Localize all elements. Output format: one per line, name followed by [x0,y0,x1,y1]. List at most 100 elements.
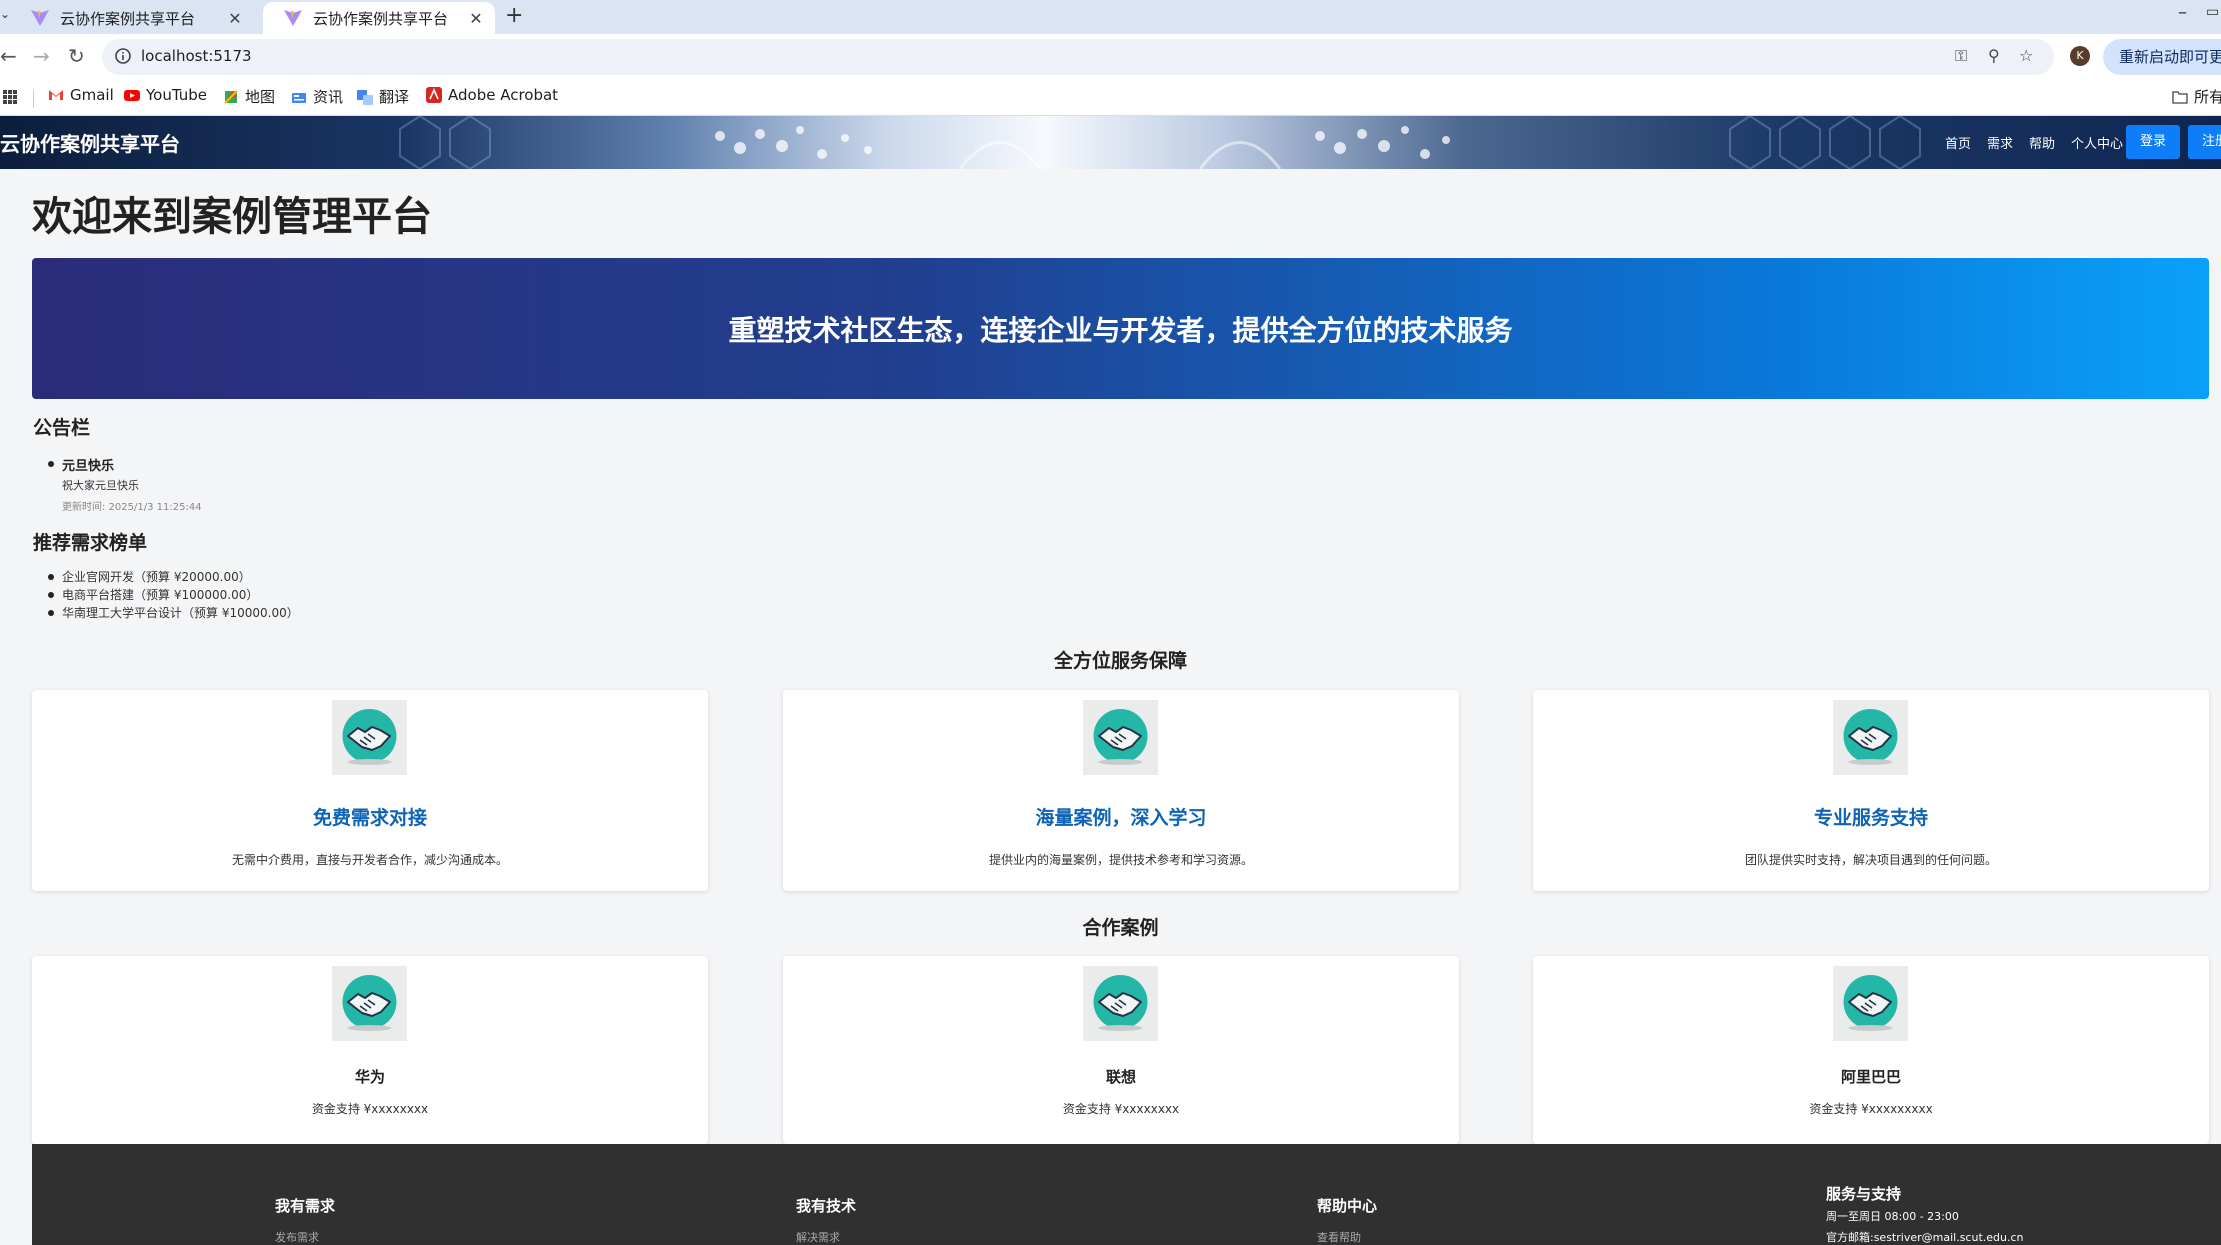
bookmark-news[interactable]: 资讯 [291,86,343,107]
profile-avatar[interactable]: K [2070,46,2090,66]
header-background-pattern [399,116,1921,169]
partner-card[interactable]: 华为 资金支持 ¥xxxxxxxx [32,956,708,1144]
minimize-window-icon[interactable]: – [2178,2,2187,23]
youtube-icon [124,90,140,101]
forward-icon[interactable]: → [33,44,50,68]
services-heading: 全方位服务保障 [1053,650,1187,672]
toolbar: ← → ↻ localhost:5173 ⚿ ⚲ ☆ K 重新启动即可更新 [0,34,2221,80]
tab-title: 云协作案例共享平台 [60,9,196,28]
zoom-icon[interactable]: ⚲ [1988,46,2000,65]
partner-name: 阿里巴巴 [1840,1068,1901,1086]
bookmark-label: 资讯 [313,88,344,106]
folder-icon [2172,90,2188,104]
tab-search-icon[interactable]: ⌄ [0,7,10,21]
handshake-icon [332,700,407,775]
hero-banner: 重塑技术社区生态，连接企业与开发者，提供全方位的技术服务 [32,258,2209,399]
ranking-heading: 推荐需求榜单 [33,532,148,554]
list-bullet [48,461,54,467]
password-key-icon[interactable]: ⚿ [1955,46,1967,66]
acrobat-icon [426,87,442,103]
bookmark-label: 翻译 [379,88,410,106]
site-header: 云协作案例共享平台 首页 需求 帮助 个人中心 登录 注册 [0,116,2221,169]
translate-icon [357,89,373,105]
bookmark-gmail[interactable]: Gmail [48,86,114,104]
footer-col-title: 我有需求 [275,1197,336,1215]
notice-heading: 公告栏 [33,417,91,439]
footer-link[interactable]: 解决需求 [796,1229,840,1245]
reload-icon[interactable]: ↻ [68,44,85,68]
bookmark-acrobat[interactable]: Adobe Acrobat [426,86,558,104]
handshake-icon [1833,700,1908,775]
page-title: 欢迎来到案例管理平台 [32,194,432,240]
notice-time: 更新时间: 2025/1/3 11:25:44 [62,502,202,513]
footer-link[interactable]: 发布需求 [275,1229,319,1245]
maps-icon [224,89,238,104]
partner-card[interactable]: 阿里巴巴 资金支持 ¥xxxxxxxxx [1533,956,2209,1144]
tab-strip: ⌄ 云协作案例共享平台 ✕ 云协作案例共享平台 ✕ + – ▭ [0,0,2221,34]
bookmark-label: 所有书签 [2194,88,2221,106]
browser-tab[interactable]: 云协作案例共享平台 ✕ [10,2,254,34]
partner-name: 联想 [1105,1068,1136,1086]
handshake-icon [1083,966,1158,1041]
site-logo[interactable]: 云协作案例共享平台 [0,128,180,157]
site-footer: 我有需求 发布需求 我有技术 解决需求 帮助中心 查看帮助 服务与支持 周一至周… [32,1144,2221,1245]
bookmark-maps[interactable]: 地图 [223,86,275,107]
bookmark-label: Adobe Acrobat [448,86,559,104]
gmail-icon [49,90,63,100]
bookmark-youtube[interactable]: YouTube [124,86,207,104]
nav-personal-center[interactable]: 个人中心 [2071,133,2123,152]
partner-card[interactable]: 联想 资金支持 ¥xxxxxxxx [783,956,1459,1144]
service-title: 海量案例，深入学习 [1035,807,1207,829]
bookmark-separator [33,90,34,108]
partner-name: 华为 [354,1068,385,1086]
service-desc: 提供业内的海量案例，提供技术参考和学习资源。 [988,853,1253,867]
apps-grid-icon[interactable] [3,90,17,104]
nav-demand[interactable]: 需求 [1987,133,2013,152]
tab-title: 云协作案例共享平台 [313,9,449,28]
back-icon[interactable]: ← [0,44,17,68]
close-tab-icon[interactable]: ✕ [224,9,246,28]
bookmark-star-icon[interactable]: ☆ [2019,46,2033,65]
bookmarks-bar: Gmail YouTube 地图 资讯 翻译 Adobe Acrobat 所有书… [0,80,2221,116]
footer-service-hours: 周一至周日 08:00 - 23:00 [1826,1210,1959,1223]
footer-support-title: 服务与支持 [1826,1185,1902,1203]
footer-email[interactable]: 官方邮箱:sestriver@mail.scut.edu.cn [1826,1229,2024,1245]
bookmark-label: YouTube [146,86,207,104]
url-text: localhost:5173 [141,47,252,65]
vite-icon [31,10,49,26]
address-bar[interactable]: localhost:5173 ⚿ ⚲ ☆ [102,39,2054,75]
service-card: 海量案例，深入学习 提供业内的海量案例，提供技术参考和学习资源。 [783,690,1459,891]
close-tab-icon[interactable]: ✕ [465,9,487,28]
ranking-item[interactable]: 企业官网开发（预算 ¥20000.00） [62,568,251,585]
browser-tab-active[interactable]: 云协作案例共享平台 ✕ [263,2,495,34]
news-icon [292,92,306,103]
handshake-icon [332,966,407,1041]
browser-window: ⌄ 云协作案例共享平台 ✕ 云协作案例共享平台 ✕ + – ▭ ← → ↻ lo… [0,0,2221,1245]
partner-funding: 资金支持 ¥xxxxxxxx [1062,1102,1180,1116]
new-tab-icon[interactable]: + [505,3,523,28]
service-card: 专业服务支持 团队提供实时支持，解决项目遇到的任何问题。 [1533,690,2209,891]
site-info-icon[interactable] [112,45,134,67]
handshake-icon [1083,700,1158,775]
bookmark-translate[interactable]: 翻译 [357,86,409,107]
service-title: 免费需求对接 [312,807,427,829]
vite-icon [284,10,302,26]
partner-funding: 资金支持 ¥xxxxxxxxx [1809,1102,1933,1116]
service-card: 免费需求对接 无需中介费用，直接与开发者合作，减少沟通成本。 [32,690,708,891]
all-bookmarks[interactable]: 所有书签 [2172,86,2221,107]
list-bullet [48,610,54,616]
nav-home[interactable]: 首页 [1945,133,1971,152]
footer-link[interactable]: 查看帮助 [1317,1229,1361,1245]
handshake-icon [1833,966,1908,1041]
notice-content: 祝大家元旦快乐 [62,479,139,492]
register-button[interactable]: 注册 [2188,125,2221,159]
ranking-item[interactable]: 电商平台搭建（预算 ¥100000.00） [62,586,258,603]
bookmark-label: Gmail [70,86,114,104]
maximize-window-icon[interactable]: ▭ [2206,4,2219,20]
login-button[interactable]: 登录 [2126,125,2180,159]
service-desc: 团队提供实时支持，解决项目遇到的任何问题。 [1744,853,1997,867]
restart-update-button[interactable]: 重新启动即可更新 [2103,39,2221,75]
nav-help[interactable]: 帮助 [2029,133,2055,152]
ranking-item[interactable]: 华南理工大学平台设计（预算 ¥10000.00） [62,604,299,621]
bookmark-label: 地图 [245,88,276,106]
